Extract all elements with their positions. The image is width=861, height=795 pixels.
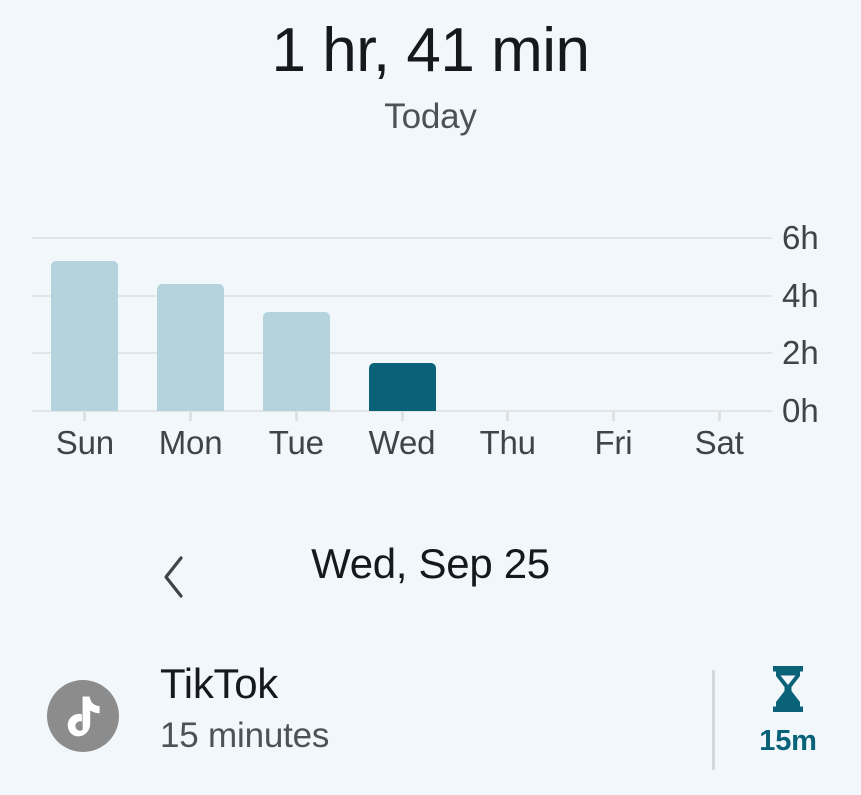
app-timer-button[interactable]: 15m [742, 664, 834, 758]
app-row-divider [712, 670, 715, 770]
chart-day-label-wed[interactable]: Wed [347, 424, 457, 462]
app-info: TikTok 15 minutes [160, 660, 329, 756]
chart-x-tick [294, 411, 298, 421]
chart-y-axis-label: 4h [782, 276, 819, 314]
chart-bars [32, 238, 772, 411]
hourglass-icon [765, 664, 811, 719]
chart-x-tick [611, 411, 615, 421]
app-name: TikTok [160, 660, 278, 707]
chart-x-axis-labels: Sun Mon Tue Wed Thu Fri Sat [32, 424, 772, 468]
app-list-item-tiktok[interactable]: TikTok 15 minutes 15m [0, 648, 861, 795]
chart-x-ticks [32, 411, 772, 421]
chart-day-label-thu[interactable]: Thu [453, 424, 563, 462]
app-timer-value: 15m [759, 725, 817, 757]
chart-bar-mon[interactable] [157, 284, 225, 411]
current-date-label: Wed, Sep 25 [311, 540, 550, 587]
chart-day-label-mon[interactable]: Mon [136, 424, 246, 462]
usage-summary: 1 hr, 41 min Today [0, 18, 861, 137]
tiktok-icon [47, 680, 119, 752]
chart-x-tick [400, 411, 404, 421]
chart-x-tick [189, 411, 193, 421]
total-usage-time: 1 hr, 41 min [271, 16, 590, 85]
chart-x-tick [83, 411, 87, 421]
chart-day-label-tue[interactable]: Tue [241, 424, 351, 462]
chart-bar-tue[interactable] [262, 311, 330, 411]
weekly-usage-chart[interactable]: 0h 2h 4h 6h Sun Mon Tue Wed Thu Fri Sat [0, 215, 861, 465]
date-navigation: Wed, Sep 25 [0, 540, 861, 614]
chart-y-axis-label: 6h [782, 219, 819, 256]
app-usage-time: 15 minutes [160, 716, 330, 756]
chart-day-label-sat[interactable]: Sat [664, 424, 774, 462]
chart-x-tick [506, 411, 510, 421]
chart-y-axis-label: 0h [782, 392, 819, 429]
chart-bar-sun[interactable] [51, 261, 119, 411]
chart-bar-wed[interactable] [368, 362, 436, 411]
chart-x-tick [717, 411, 721, 421]
usage-period-label: Today [384, 97, 477, 137]
screen-time-page: 1 hr, 41 min Today 0h 2h 4h 6h Sun Mon Tue Wed… [0, 0, 861, 795]
chart-y-axis-label: 2h [782, 334, 819, 372]
chart-day-label-sun[interactable]: Sun [30, 424, 140, 462]
chart-day-label-fri[interactable]: Fri [558, 424, 668, 462]
